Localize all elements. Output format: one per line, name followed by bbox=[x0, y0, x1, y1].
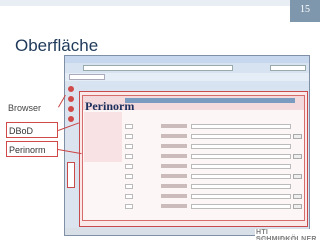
search-row bbox=[125, 164, 301, 169]
perinorm-nav-bar bbox=[125, 98, 295, 103]
row-select bbox=[125, 194, 133, 199]
presentation-slide: 15 Oberfläche Browser DBoD Perinorm Peri… bbox=[0, 0, 320, 240]
row-field bbox=[191, 154, 291, 159]
browser-tab bbox=[69, 74, 105, 80]
row-field bbox=[191, 124, 291, 129]
search-row bbox=[125, 204, 302, 209]
label-browser: Browser bbox=[8, 103, 42, 113]
row-select bbox=[125, 174, 133, 179]
row-button bbox=[293, 154, 302, 159]
search-row bbox=[125, 134, 302, 139]
row-field bbox=[191, 174, 291, 179]
row-label bbox=[161, 204, 187, 208]
search-row bbox=[125, 154, 302, 159]
browser-screenshot: Perinorm bbox=[64, 55, 310, 236]
perinorm-left-panel bbox=[84, 112, 122, 162]
row-label bbox=[161, 134, 187, 138]
row-label bbox=[161, 154, 187, 158]
browser-sidebar bbox=[65, 81, 77, 231]
top-band bbox=[0, 0, 320, 6]
row-select bbox=[125, 204, 133, 209]
row-label bbox=[161, 144, 187, 148]
search-row bbox=[125, 184, 301, 189]
row-field bbox=[191, 144, 291, 149]
browser-search-box bbox=[270, 65, 306, 71]
sidebar-icon bbox=[68, 96, 74, 102]
row-button bbox=[293, 134, 302, 139]
row-button bbox=[293, 194, 302, 199]
dbod-vertical-tab bbox=[67, 162, 75, 188]
row-field bbox=[191, 134, 291, 139]
label-perinorm: Perinorm bbox=[6, 141, 58, 157]
slide-title: Oberfläche bbox=[15, 36, 99, 55]
sidebar-icon bbox=[68, 116, 74, 122]
browser-title-bar bbox=[65, 56, 309, 63]
row-label bbox=[161, 164, 187, 168]
row-field bbox=[191, 194, 291, 199]
row-select bbox=[125, 134, 133, 139]
sidebar-icon bbox=[68, 86, 74, 92]
row-label bbox=[161, 124, 187, 128]
logo-tagline: Information Technology Kontakt bbox=[256, 236, 298, 240]
page-number: 15 bbox=[300, 4, 310, 15]
search-row bbox=[125, 144, 301, 149]
search-row bbox=[125, 124, 301, 129]
row-label bbox=[161, 184, 187, 188]
sidebar-icon bbox=[68, 106, 74, 112]
row-button bbox=[293, 174, 302, 179]
browser-address-bar bbox=[83, 65, 233, 71]
row-label bbox=[161, 194, 187, 198]
search-row bbox=[125, 174, 302, 179]
row-select bbox=[125, 154, 133, 159]
label-dbod: DBoD bbox=[6, 122, 58, 138]
row-select bbox=[125, 164, 133, 169]
row-label bbox=[161, 174, 187, 178]
row-button bbox=[293, 204, 302, 209]
row-select bbox=[125, 144, 133, 149]
row-field bbox=[191, 164, 291, 169]
row-field bbox=[191, 184, 291, 189]
row-select bbox=[125, 184, 133, 189]
search-row bbox=[125, 194, 302, 199]
row-select bbox=[125, 124, 133, 129]
row-field bbox=[191, 204, 291, 209]
